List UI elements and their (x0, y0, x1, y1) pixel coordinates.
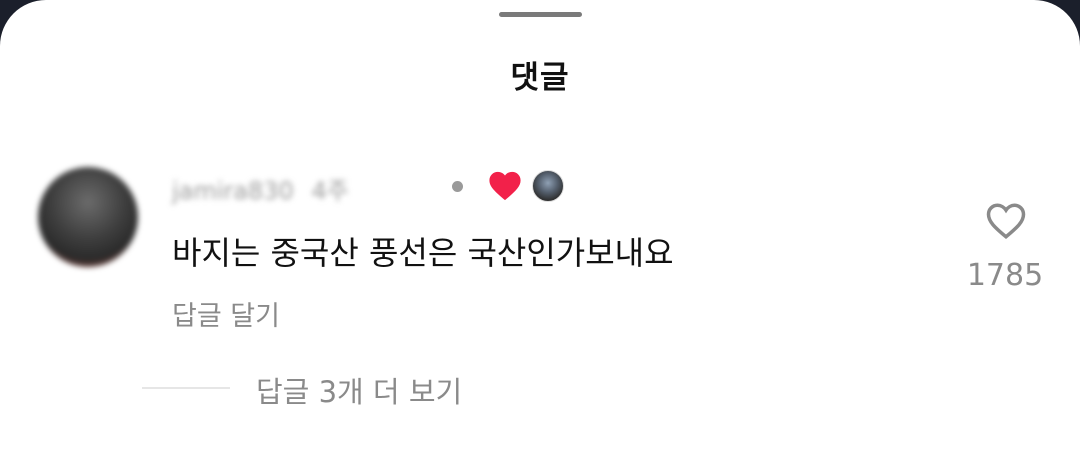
reply-button[interactable]: 답글 달기 (172, 294, 280, 333)
heart-outline-icon[interactable] (985, 201, 1027, 241)
username-text: jamira830 (172, 177, 294, 205)
sheet-title: 댓글 (510, 60, 570, 96)
separator-dot (452, 181, 463, 192)
comment-text: 바지는 중국산 풍선은 국산인가보내요 (172, 234, 674, 272)
commenter-avatar[interactable] (38, 167, 138, 267)
creator-avatar-icon (532, 170, 564, 202)
like-count: 1785 (966, 258, 1044, 293)
sheet-drag-handle[interactable] (499, 12, 582, 17)
view-more-replies-button[interactable]: 답글 3개 더 보기 (256, 369, 462, 411)
replies-divider (142, 387, 230, 389)
comment-age: 4주 (311, 177, 349, 205)
comments-sheet: 댓글 jamira830 4주 바지는 중국산 풍선은 국산인가보내요 답글 달… (0, 0, 1080, 470)
commenter-username[interactable]: jamira830 4주 (172, 171, 349, 206)
creator-heart-icon (489, 171, 521, 201)
